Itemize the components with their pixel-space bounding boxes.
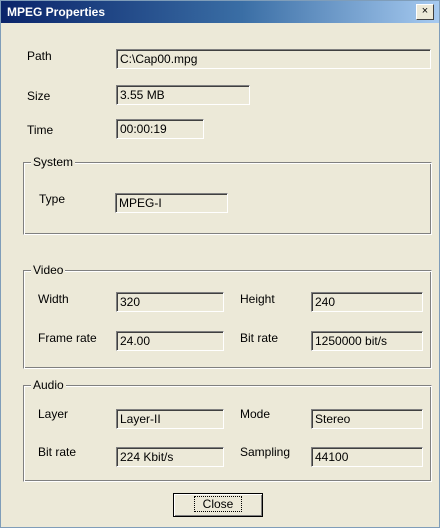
path-field[interactable]: C:\Cap00.mpg bbox=[116, 49, 431, 69]
video-group-title: Video bbox=[31, 263, 66, 277]
window-title: MPEG Properties bbox=[7, 5, 106, 19]
title-bar[interactable]: MPEG Properties × bbox=[1, 1, 439, 23]
height-label: Height bbox=[240, 292, 275, 306]
time-field[interactable]: 00:00:19 bbox=[116, 119, 204, 139]
audio-bitrate-label: Bit rate bbox=[38, 445, 77, 459]
close-button-label: Close bbox=[193, 496, 243, 512]
sampling-label: Sampling bbox=[240, 445, 291, 459]
width-label: Width bbox=[38, 292, 69, 306]
video-group: Video bbox=[23, 263, 432, 369]
type-label: Type bbox=[39, 192, 66, 206]
size-field[interactable]: 3.55 MB bbox=[116, 85, 250, 105]
audio-bitrate-field[interactable]: 224 Kbit/s bbox=[116, 447, 224, 467]
video-bitrate-field[interactable]: 1250000 bit/s bbox=[311, 331, 423, 351]
audio-group: Audio bbox=[23, 378, 432, 482]
close-window-icon[interactable]: × bbox=[416, 4, 434, 20]
sampling-field[interactable]: 44100 bbox=[311, 447, 423, 467]
type-field[interactable]: MPEG-I bbox=[115, 193, 228, 213]
framerate-label: Frame rate bbox=[38, 331, 97, 345]
height-field[interactable]: 240 bbox=[311, 292, 423, 312]
framerate-field[interactable]: 24.00 bbox=[116, 331, 224, 351]
path-label: Path bbox=[27, 49, 52, 63]
size-label: Size bbox=[27, 89, 51, 103]
mode-label: Mode bbox=[240, 407, 271, 421]
time-label: Time bbox=[27, 123, 54, 137]
layer-field[interactable]: Layer-II bbox=[116, 409, 224, 429]
audio-group-title: Audio bbox=[31, 378, 66, 392]
mode-field[interactable]: Stereo bbox=[311, 409, 423, 429]
width-field[interactable]: 320 bbox=[116, 292, 224, 312]
video-bitrate-label: Bit rate bbox=[240, 331, 279, 345]
system-group-title: System bbox=[31, 155, 76, 169]
mpeg-properties-dialog: MPEG Properties × Path C:\Cap00.mpg Size… bbox=[0, 0, 440, 528]
layer-label: Layer bbox=[38, 407, 69, 421]
close-button[interactable]: Close bbox=[173, 493, 263, 517]
